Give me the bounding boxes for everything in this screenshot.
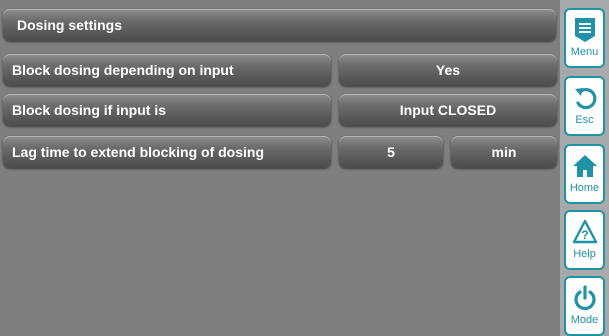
row-label-block-dosing-input: Block dosing depending on input: [3, 54, 331, 86]
home-button-label: Home: [569, 182, 600, 194]
help-button-label: Help: [573, 248, 596, 260]
power-icon: [573, 285, 596, 311]
svg-text:?: ?: [581, 228, 588, 242]
row-label-block-if-input: Block dosing if input is: [3, 94, 331, 126]
mode-button-label: Mode: [570, 314, 599, 326]
home-icon: [572, 155, 597, 177]
page-title: Dosing settings: [3, 9, 556, 41]
menu-button[interactable]: Menu: [564, 8, 605, 68]
menu-button-label: Menu: [570, 46, 599, 58]
sidebar: Menu Esc Home ? Help Mode: [560, 0, 609, 336]
menu-icon: [574, 18, 595, 42]
block-dosing-value-button[interactable]: Yes: [339, 54, 557, 86]
lag-time-value-button[interactable]: 5: [339, 136, 443, 168]
mode-button[interactable]: Mode: [564, 276, 605, 336]
esc-button[interactable]: Esc: [564, 76, 605, 136]
settings-panel: Dosing settings Block dosing depending o…: [0, 0, 560, 336]
input-state-value-button[interactable]: Input CLOSED: [339, 94, 557, 126]
help-icon: ?: [572, 219, 597, 244]
row-label-lag-time: Lag time to extend blocking of dosing: [3, 136, 331, 168]
esc-button-label: Esc: [575, 114, 594, 126]
lag-time-unit-button[interactable]: min: [451, 136, 557, 168]
home-button[interactable]: Home: [564, 144, 605, 204]
help-button[interactable]: ? Help: [564, 210, 605, 270]
undo-icon: [574, 87, 596, 110]
